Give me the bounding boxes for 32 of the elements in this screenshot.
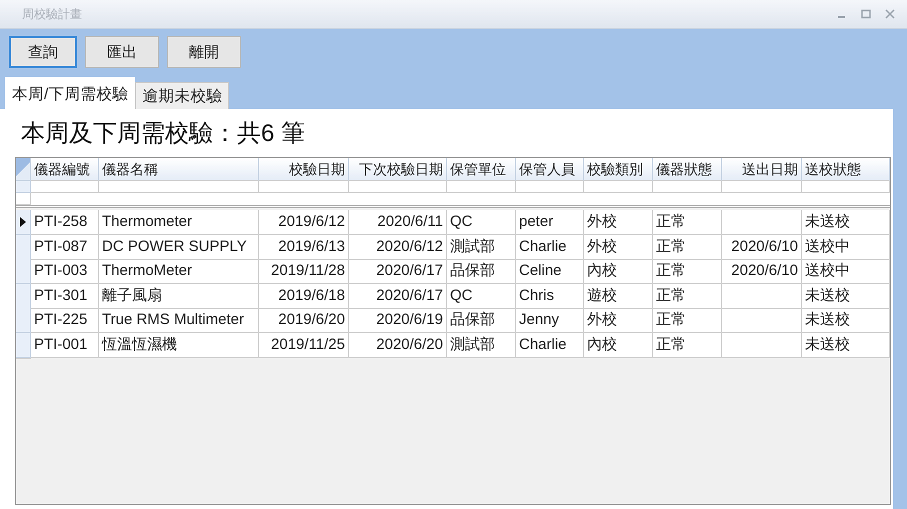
new-record-cell[interactable] [802,181,890,193]
new-record-cell[interactable] [16,193,31,205]
new-record-cell[interactable] [722,181,802,193]
table-cell: 2020/6/20 [349,332,447,358]
new-record-cell[interactable] [349,181,447,193]
table-cell: 測試部 [447,332,516,358]
toolbar-button[interactable]: 匯出 [85,36,159,68]
table-cell: PTI-001 [31,332,99,358]
new-record-cell[interactable] [99,181,259,193]
new-record-cell[interactable] [516,181,584,193]
table-cell: 內校 [584,332,653,358]
tab[interactable]: 本周/下周需校驗 [5,77,136,109]
table-cell: 正常 [653,332,722,358]
table-cell: 恆溫恆濕機 [99,332,259,358]
record-count-heading: 本周及下周需校驗：共6 筆 [21,119,306,149]
select-all-corner[interactable] [16,158,31,181]
new-record-cell[interactable] [653,181,722,193]
tab[interactable]: 逾期未校驗 [135,82,230,109]
close-icon[interactable] [885,9,895,19]
new-record-cell[interactable] [259,181,349,193]
new-record-cell[interactable] [447,181,516,193]
table-cell: 未送校 [802,332,890,358]
new-record-cell[interactable] [584,181,653,193]
maximize-icon[interactable] [861,9,871,19]
table-cell: Charlie [516,332,584,358]
toolbar-button[interactable]: 離開 [167,36,241,68]
table-cell: 2019/11/25 [259,332,349,358]
toolbar-button[interactable]: 查詢 [9,36,77,68]
window-title: 周校驗計畫 [22,6,83,22]
current-row-icon [20,217,26,227]
row-selector[interactable] [16,210,31,235]
new-record-cell[interactable] [31,181,99,193]
